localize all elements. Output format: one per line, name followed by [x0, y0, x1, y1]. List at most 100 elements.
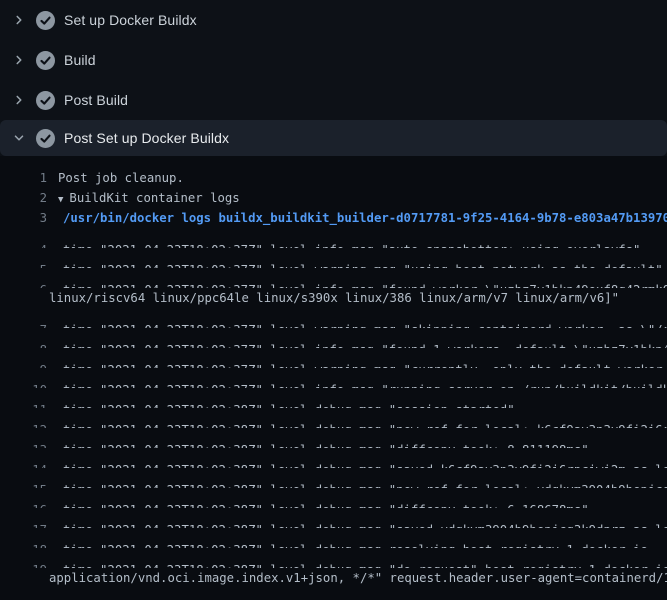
log-line: 9 time="2021-04-23T18:02:37Z" level=warn…	[0, 348, 667, 368]
line-number-link[interactable]: 4	[0, 240, 47, 248]
line-number-link[interactable]: 13	[0, 440, 47, 448]
log-line: application/vnd.oci.image.index.v1+json,…	[0, 568, 667, 588]
step-label: Post Build	[64, 92, 128, 108]
log-text: linux/riscv64 linux/ppc64le linux/s390x …	[49, 291, 619, 305]
log-line-text-wrap: time="2021-04-23T18:02:37Z" level=info m…	[47, 280, 667, 288]
log-line: 12 time="2021-04-23T18:02:38Z" level=deb…	[0, 408, 667, 428]
line-number-link[interactable]: 17	[0, 520, 47, 528]
step-row[interactable]: Build	[0, 40, 667, 80]
log-line-text-wrap: time="2021-04-23T18:02:38Z" level=debug …	[47, 420, 667, 428]
line-number-link[interactable]: 7	[0, 320, 47, 328]
step-label: Build	[64, 52, 96, 68]
log-line-text-wrap: time="2021-04-23T18:02:38Z" level=debug …	[47, 400, 515, 408]
log-text: Post job cleanup.	[58, 171, 184, 185]
step-label: Post Set up Docker Buildx	[64, 130, 229, 146]
chevron-right-icon	[12, 93, 36, 107]
log-line: 11 time="2021-04-23T18:02:38Z" level=deb…	[0, 388, 667, 408]
chevron-right-icon	[12, 53, 36, 67]
chevron-down-icon	[12, 131, 36, 145]
log-line: 7 time="2021-04-23T18:02:37Z" level=warn…	[0, 308, 667, 328]
log-line-text-wrap: /usr/bin/docker logs buildx_buildkit_bui…	[47, 208, 667, 228]
line-number-link[interactable]: 8	[0, 340, 47, 348]
line-number-link[interactable]: 18	[0, 540, 47, 548]
line-number-link[interactable]	[0, 568, 47, 588]
log-line-text-wrap: ▼BuildKit container logs	[47, 188, 240, 208]
log-line-text-wrap: time="2021-04-23T18:02:38Z" level=debug …	[47, 520, 667, 528]
step-row[interactable]: Post Set up Docker Buildx	[0, 120, 667, 156]
log-text: time="2021-04-23T18:02:37Z" level=info m…	[63, 343, 667, 348]
log-line: 20 time="2021-04-23T18:02:38Z" level=deb…	[0, 588, 667, 600]
log-line-text-wrap: time="2021-04-23T18:02:38Z" level=debug …	[47, 460, 667, 468]
log-line: 15 time="2021-04-23T18:02:38Z" level=deb…	[0, 468, 667, 488]
log-line-text-wrap: time="2021-04-23T18:02:38Z" level=debug …	[47, 560, 667, 568]
log-line: 14 time="2021-04-23T18:02:38Z" level=deb…	[0, 448, 667, 468]
group-caret-icon[interactable]: ▼	[58, 195, 69, 205]
log-line-text-wrap: application/vnd.oci.image.index.v1+json,…	[47, 568, 667, 588]
line-number-link[interactable]: 5	[0, 260, 47, 268]
log-text: time="2021-04-23T18:02:38Z" level=debug …	[63, 423, 667, 428]
log-line: 6 time="2021-04-23T18:02:37Z" level=info…	[0, 268, 667, 288]
job-log-viewer: Set up Docker Buildx Build P	[0, 0, 667, 600]
log-text: application/vnd.oci.image.index.v1+json,…	[49, 571, 667, 585]
line-number-link[interactable]: 1	[0, 168, 47, 188]
check-circle-icon	[36, 91, 55, 110]
log-line: 5 time="2021-04-23T18:02:37Z" level=warn…	[0, 248, 667, 268]
log-line: 4 time="2021-04-23T18:02:37Z" level=info…	[0, 228, 667, 248]
log-text: time="2021-04-23T18:02:38Z" level=debug …	[63, 483, 667, 488]
line-number-link[interactable]: 12	[0, 420, 47, 428]
step-row[interactable]: Post Build	[0, 80, 667, 120]
log-line-text-wrap: time="2021-04-23T18:02:37Z" level=info m…	[47, 340, 667, 348]
log-line: 3 /usr/bin/docker logs buildx_buildkit_b…	[0, 208, 667, 228]
log-line-text-wrap: time="2021-04-23T18:02:38Z" level=debug …	[47, 500, 589, 508]
log-line-text-wrap: time="2021-04-23T18:02:38Z" level=debug …	[47, 540, 648, 548]
log-text: time="2021-04-23T18:02:37Z" level=warnin…	[63, 363, 667, 368]
log-line-text-wrap: time="2021-04-23T18:02:37Z" level=warnin…	[47, 260, 663, 268]
step-label: Set up Docker Buildx	[64, 12, 197, 28]
log-line: 13 time="2021-04-23T18:02:38Z" level=deb…	[0, 428, 667, 448]
log-line-text-wrap: linux/riscv64 linux/ppc64le linux/s390x …	[47, 288, 619, 308]
line-number-link[interactable]: 10	[0, 380, 47, 388]
log-text: /usr/bin/docker logs buildx_buildkit_bui…	[63, 211, 667, 225]
line-number-link[interactable]: 3	[0, 208, 47, 228]
log-line: 8 time="2021-04-23T18:02:37Z" level=info…	[0, 328, 667, 348]
log-line: 19 time="2021-04-23T18:02:38Z" level=deb…	[0, 548, 667, 568]
log-text: time="2021-04-23T18:02:38Z" level=debug …	[63, 543, 648, 548]
line-number-link[interactable]	[0, 288, 47, 308]
check-circle-icon	[36, 11, 55, 30]
log-line: 10 time="2021-04-23T18:02:37Z" level=inf…	[0, 368, 667, 388]
line-number-link[interactable]: 15	[0, 480, 47, 488]
log-line-text-wrap: time="2021-04-23T18:02:37Z" level=info m…	[47, 240, 640, 248]
log-area: 1 Post job cleanup. 2 ▼BuildKit containe…	[0, 156, 667, 600]
chevron-right-icon	[12, 13, 36, 27]
log-line-text-wrap: time="2021-04-23T18:02:37Z" level=info m…	[47, 380, 667, 388]
log-text: BuildKit container logs	[69, 191, 239, 205]
log-text: time="2021-04-23T18:02:38Z" level=debug …	[63, 403, 515, 408]
log-line-text-wrap: time="2021-04-23T18:02:37Z" level=warnin…	[47, 360, 667, 368]
log-line-text-wrap: Post job cleanup.	[47, 168, 184, 188]
log-text: time="2021-04-23T18:02:38Z" level=debug …	[63, 463, 667, 468]
log-text: time="2021-04-23T18:02:37Z" level=info m…	[63, 383, 667, 388]
step-row[interactable]: Set up Docker Buildx	[0, 0, 667, 40]
line-number-link[interactable]: 2	[0, 188, 47, 208]
check-circle-icon	[36, 51, 55, 70]
log-line: 2 ▼BuildKit container logs	[0, 188, 667, 208]
log-line-text-wrap: time="2021-04-23T18:02:38Z" level=debug …	[47, 480, 667, 488]
log-text: time="2021-04-23T18:02:38Z" level=debug …	[63, 523, 667, 528]
log-text: time="2021-04-23T18:02:37Z" level=warnin…	[63, 263, 663, 268]
line-number-link[interactable]: 19	[0, 560, 47, 568]
check-circle-icon	[36, 129, 55, 148]
log-line-text-wrap: time="2021-04-23T18:02:38Z" level=debug …	[47, 440, 589, 448]
log-text: time="2021-04-23T18:02:38Z" level=debug …	[63, 443, 589, 448]
line-number-link[interactable]: 16	[0, 500, 47, 508]
log-line: 1 Post job cleanup.	[0, 168, 667, 188]
log-line: 16 time="2021-04-23T18:02:38Z" level=deb…	[0, 488, 667, 508]
log-line-text-wrap: time="2021-04-23T18:02:37Z" level=warnin…	[47, 320, 667, 328]
log-text: time="2021-04-23T18:02:38Z" level=debug …	[63, 503, 589, 508]
line-number-link[interactable]: 9	[0, 360, 47, 368]
log-line: 17 time="2021-04-23T18:02:38Z" level=deb…	[0, 508, 667, 528]
line-number-link[interactable]: 11	[0, 400, 47, 408]
line-number-link[interactable]: 6	[0, 280, 47, 288]
line-number-link[interactable]: 14	[0, 460, 47, 468]
log-text: time="2021-04-23T18:02:37Z" level=info m…	[63, 243, 640, 248]
log-text: time="2021-04-23T18:02:37Z" level=warnin…	[63, 323, 667, 328]
